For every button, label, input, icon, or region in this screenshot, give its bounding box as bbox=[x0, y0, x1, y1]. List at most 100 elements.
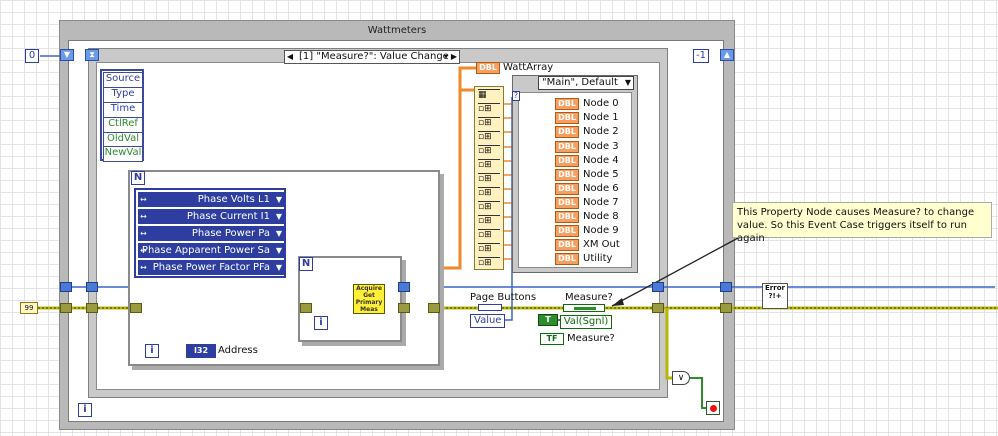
event-data-source[interactable]: Source bbox=[103, 72, 143, 88]
event-data-newval[interactable]: NewVal bbox=[103, 146, 143, 162]
index-array-element: ▫⊞ bbox=[478, 257, 500, 269]
case-selector-label: "Main", Default bbox=[542, 77, 618, 88]
index-array-element: ▫⊞ bbox=[478, 145, 500, 157]
zero-constant[interactable]: 0 bbox=[25, 49, 39, 63]
node-indicator-label: Node 5 bbox=[583, 169, 619, 180]
timeout-terminal: ⧗ bbox=[85, 49, 99, 61]
node-indicator-type[interactable]: DBL bbox=[555, 98, 579, 110]
node-indicator-type[interactable]: DBL bbox=[555, 112, 579, 124]
error-tunnel bbox=[398, 303, 410, 313]
parameter-item[interactable]: ↔ Phase Current I1 ▼ bbox=[138, 209, 284, 224]
node-indicator-label: XM Out bbox=[583, 239, 620, 250]
shift-register-left: ▼ bbox=[60, 49, 74, 61]
event-data-node: Source Type Time CtlRef OldVal NewVal bbox=[100, 69, 144, 162]
blue-tunnel bbox=[398, 282, 410, 292]
index-array-element: ▫⊞ bbox=[478, 159, 500, 171]
node-indicator-type[interactable]: DBL bbox=[555, 126, 579, 138]
node-indicator-type[interactable]: DBL bbox=[555, 183, 579, 195]
parameter-item[interactable]: ↔ Phase Power Pa ▼ bbox=[138, 226, 284, 241]
event-case-label: [1] "Measure?": Value Change bbox=[299, 51, 449, 62]
parameter-item[interactable]: ↔ Phase Volts L1 ▼ bbox=[138, 192, 284, 207]
index-array-icon: ▦ bbox=[478, 89, 500, 101]
or-function[interactable]: ∨ bbox=[672, 371, 690, 385]
outer-loop-count-terminal[interactable]: N bbox=[131, 171, 145, 185]
prev-case-icon[interactable]: ◀ bbox=[285, 51, 295, 63]
page-buttons-icon bbox=[478, 304, 502, 311]
minus-one-constant[interactable]: -1 bbox=[693, 49, 709, 63]
case-selector[interactable]: "Main", Default ▼ bbox=[538, 76, 634, 90]
address-terminal-type[interactable]: I32 bbox=[186, 344, 216, 358]
page-buttons-value-property[interactable]: Value bbox=[470, 314, 506, 328]
error-in-terminal[interactable]: 99 bbox=[20, 302, 38, 314]
node-indicator-type[interactable]: DBL bbox=[555, 169, 579, 181]
node-indicator-label: Utility bbox=[583, 253, 613, 264]
next-case-icon[interactable]: ▶ bbox=[449, 51, 459, 63]
loop-condition-stop-icon[interactable] bbox=[706, 401, 720, 415]
node-indicator-label: Node 2 bbox=[583, 126, 619, 137]
error-tunnel bbox=[428, 303, 440, 313]
event-data-ctlref[interactable]: CtlRef bbox=[103, 117, 143, 133]
inner-loop-iteration-terminal: i bbox=[314, 316, 328, 330]
watt-array-label: WattArray bbox=[503, 62, 554, 73]
case-selector-terminal: ? bbox=[512, 91, 520, 101]
measure-property-icon bbox=[563, 304, 605, 312]
acquire-get-primary-meas-subvi[interactable]: Acquire Get Primary Meas bbox=[353, 284, 385, 314]
blue-tunnel bbox=[86, 282, 98, 292]
measure-terminal-type[interactable]: TF bbox=[540, 333, 564, 345]
error-tunnel bbox=[86, 303, 98, 313]
blue-tunnel bbox=[652, 282, 664, 292]
node-indicator-type[interactable]: DBL bbox=[555, 225, 579, 237]
event-data-type[interactable]: Type bbox=[103, 87, 143, 103]
node-indicator-type[interactable]: DBL bbox=[555, 155, 579, 167]
parameter-item[interactable]: ↔ Phase Apparent Power Sa ▼ bbox=[138, 243, 284, 258]
index-array-element: ▫⊞ bbox=[478, 215, 500, 227]
error-tunnel bbox=[130, 303, 142, 313]
error-tunnel bbox=[60, 303, 72, 313]
node-indicator-label: Node 3 bbox=[583, 141, 619, 152]
node-indicator-type[interactable]: DBL bbox=[555, 239, 579, 251]
while-loop-title: Wattmeters bbox=[367, 25, 427, 36]
while-loop-iteration-terminal: i bbox=[78, 403, 92, 417]
parameter-array-constant: ↔ Phase Volts L1 ▼ ↔ Phase Current I1 ▼ ↔ Pha… bbox=[134, 188, 286, 278]
node-indicator-label: Node 7 bbox=[583, 197, 619, 208]
blue-tunnel bbox=[720, 282, 732, 292]
inner-loop-count-terminal[interactable]: N bbox=[299, 257, 313, 271]
case-dropdown-icon[interactable]: ▼ bbox=[625, 77, 631, 89]
index-array-node: ▦ ▫⊞ ▫⊞ ▫⊞ ▫⊞ ▫⊞ ▫⊞ ▫⊞ ▫⊞ ▫⊞ ▫⊞ ▫⊞ ▫⊞ bbox=[474, 86, 504, 270]
node-indicator-label: Node 8 bbox=[583, 211, 619, 222]
node-indicator-type[interactable]: DBL bbox=[555, 253, 579, 265]
page-buttons-label: Page Buttons bbox=[470, 292, 537, 303]
node-indicator-label: Node 1 bbox=[583, 112, 619, 123]
index-array-element: ▫⊞ bbox=[478, 173, 500, 185]
blue-tunnel bbox=[60, 282, 72, 292]
shift-register-right: ▲ bbox=[720, 49, 734, 61]
error-tunnel bbox=[300, 303, 312, 313]
node-indicator-type[interactable]: DBL bbox=[555, 197, 579, 209]
index-array-element: ▫⊞ bbox=[478, 187, 500, 199]
index-array-element: ▫⊞ bbox=[478, 131, 500, 143]
address-terminal-label: Address bbox=[218, 345, 258, 356]
outer-loop-iteration-terminal: i bbox=[145, 344, 159, 358]
error-tunnel bbox=[720, 303, 732, 313]
true-constant[interactable]: T bbox=[538, 314, 558, 326]
node-indicator-label: Node 9 bbox=[583, 225, 619, 236]
node-indicator-label: Node 6 bbox=[583, 183, 619, 194]
measure-val-sgnl-property[interactable]: Val(Sgnl) bbox=[560, 315, 612, 329]
event-case-selector[interactable]: ◀ [1] "Measure?": Value Change ▾ ▶ bbox=[284, 50, 460, 64]
index-array-element: ▫⊞ bbox=[478, 201, 500, 213]
index-array-element: ▫⊞ bbox=[478, 243, 500, 255]
index-array-element: ▫⊞ bbox=[478, 229, 500, 241]
node-indicator-label: Node 4 bbox=[583, 155, 619, 166]
error-tunnel bbox=[652, 303, 664, 313]
node-indicator-type[interactable]: DBL bbox=[555, 211, 579, 223]
node-indicator-type[interactable]: DBL bbox=[555, 141, 579, 153]
index-array-element: ▫⊞ bbox=[478, 103, 500, 115]
node-indicator-label: Node 0 bbox=[583, 98, 619, 109]
measure-property-label: Measure? bbox=[565, 292, 613, 303]
measure-terminal-label: Measure? bbox=[567, 333, 615, 344]
error-handler-subvi[interactable]: Error ?!+ bbox=[762, 283, 788, 309]
index-array-element: ▫⊞ bbox=[478, 117, 500, 129]
watt-array-type-icon[interactable]: DBL bbox=[476, 62, 500, 74]
event-data-time[interactable]: Time bbox=[103, 102, 143, 118]
parameter-item[interactable]: ↔ Phase Power Factor PFa ▼ bbox=[138, 260, 284, 275]
